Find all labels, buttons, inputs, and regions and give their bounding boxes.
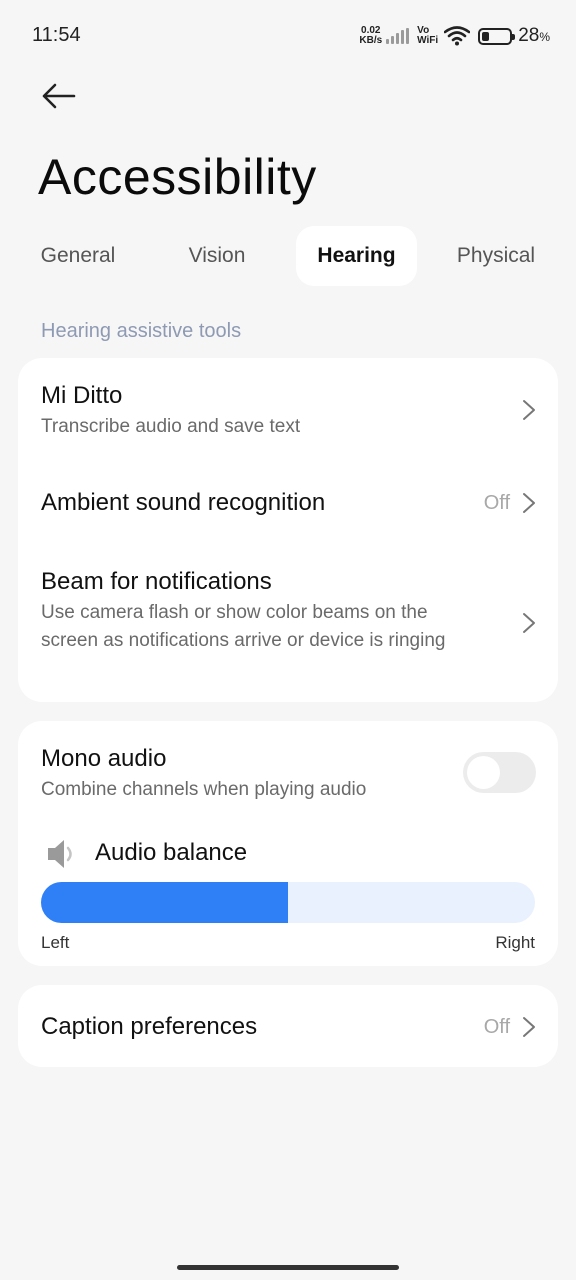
row-subtitle: Use camera flash or show color beams on … (41, 602, 446, 651)
chevron-right-icon (523, 613, 535, 633)
vowifi-indicator: Vo WiFi (417, 26, 438, 46)
row-title: Mi Ditto (41, 382, 123, 409)
battery-fill (482, 31, 490, 41)
audio-balance-label: Audio balance (95, 839, 248, 866)
ambient-sound-row[interactable]: Ambient sound recognition Off (18, 458, 558, 546)
row-value: Off (483, 1016, 510, 1038)
row-title: Ambient sound recognition (41, 489, 326, 516)
wifi-label: WiFi (417, 35, 439, 46)
chevron-right-icon (523, 400, 535, 420)
hearing-tools-card: Mi Ditto Transcribe audio and save text … (18, 358, 558, 702)
row-subtitle: Combine channels when playing audio (41, 779, 367, 800)
mono-audio-toggle[interactable] (463, 752, 536, 793)
speaker-icon (48, 840, 72, 868)
battery-percent: 28% (518, 25, 550, 47)
tab-general[interactable]: General (18, 226, 138, 286)
back-button[interactable] (38, 78, 78, 114)
row-title: Beam for notifications (41, 568, 272, 595)
toggle-knob (467, 756, 500, 789)
row-title: Caption preferences (41, 1013, 258, 1040)
tab-hearing[interactable]: Hearing (296, 226, 417, 286)
tab-label: Physical (456, 244, 536, 267)
beam-notifications-row[interactable]: Beam for notifications Use camera flash … (18, 546, 558, 702)
network-speed: 0.02 KB/s (359, 26, 382, 46)
arrow-left-icon (42, 83, 76, 109)
row-value: Off (483, 492, 510, 514)
row-title: Mono audio (41, 745, 167, 772)
status-bar: 11:54 0.02 KB/s Vo WiFi 28% (0, 0, 576, 72)
captions-card: Caption preferences Off (18, 985, 558, 1067)
battery-percent-value: 28 (518, 25, 540, 46)
status-icons: 0.02 KB/s Vo WiFi 28% (359, 22, 550, 50)
network-speed-unit: KB/s (359, 35, 383, 46)
caption-preferences-row[interactable]: Caption preferences Off (18, 985, 558, 1067)
page-title: Accessibility (38, 149, 317, 205)
audio-balance-slider[interactable] (41, 882, 535, 923)
wifi-icon (444, 26, 471, 46)
accessibility-screen: 11:54 0.02 KB/s Vo WiFi 28% Accessibilit… (0, 0, 576, 1280)
mi-ditto-row[interactable]: Mi Ditto Transcribe audio and save text (18, 358, 558, 458)
slider-left-label: Left (41, 933, 70, 952)
home-indicator[interactable] (177, 1265, 399, 1270)
mono-audio-row[interactable]: Mono audio Combine channels when playing… (18, 721, 558, 821)
tab-vision[interactable]: Vision (157, 226, 277, 286)
tab-physical[interactable]: Physical (436, 226, 556, 286)
audio-card: Mono audio Combine channels when playing… (18, 721, 558, 966)
battery-percent-unit: % (539, 30, 550, 44)
status-time: 11:54 (32, 24, 81, 46)
category-tabs: General Vision Hearing Physical (18, 226, 558, 286)
section-label: Hearing assistive tools (41, 320, 242, 342)
row-subtitle: Transcribe audio and save text (41, 416, 301, 437)
slider-fill (41, 882, 288, 923)
tab-label: Hearing (317, 244, 396, 267)
battery-icon (478, 27, 516, 45)
chevron-right-icon (523, 493, 535, 513)
chevron-right-icon (523, 1017, 535, 1037)
tab-label: Vision (188, 244, 246, 267)
tab-label: General (40, 244, 116, 267)
signal-icon (386, 28, 410, 44)
slider-right-label: Right (495, 933, 535, 952)
